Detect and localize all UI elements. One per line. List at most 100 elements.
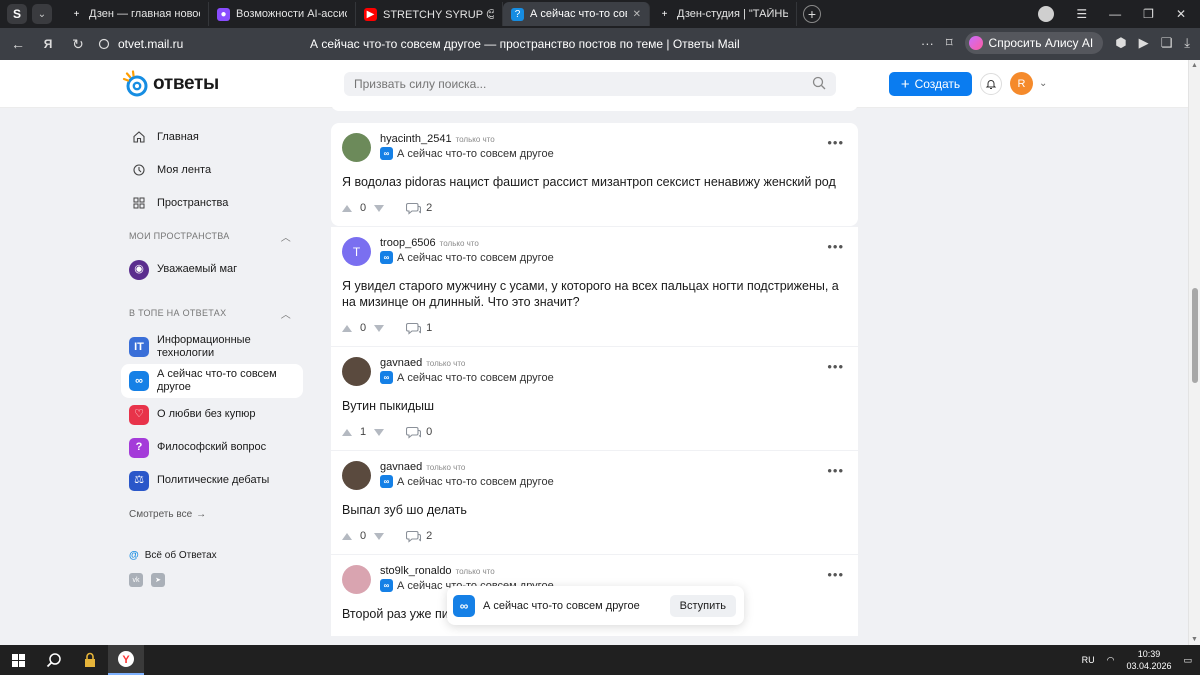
browser-tab[interactable]: ? А сейчас что-то совсем ✕ (503, 2, 650, 26)
browser-menu-icon[interactable]: ☰ (1076, 7, 1087, 21)
user-avatar[interactable]: R (1010, 72, 1033, 95)
more-dots-icon[interactable]: ··· (921, 36, 934, 51)
post-space-link[interactable]: ∞ А сейчас что-то совсем другое (380, 147, 554, 160)
notifications-icon[interactable]: ▭ (1183, 655, 1192, 666)
vk-icon[interactable]: vk (129, 573, 143, 587)
taskbar-yandex-browser-icon[interactable]: Y (108, 645, 144, 675)
download-icon[interactable]: ⤓ (1184, 35, 1190, 51)
chevron-up-icon[interactable]: ︿ (281, 306, 291, 321)
more-options-icon[interactable]: ••• (827, 463, 844, 478)
create-button[interactable]: + Создать (889, 72, 972, 96)
see-all-link[interactable]: Смотреть все → (121, 497, 303, 531)
scrollbar-thumb[interactable] (1192, 288, 1198, 383)
browser-tab[interactable]: + Дзен-студия | "ТАЙНЫ М (650, 2, 797, 26)
author-avatar[interactable] (342, 133, 371, 162)
author-name[interactable]: gavnaed (380, 357, 422, 369)
browser-tab[interactable]: + Дзен — главная новостна (62, 2, 209, 26)
restore-icon[interactable]: ❐ (1143, 7, 1154, 21)
join-button[interactable]: Вступить (669, 594, 736, 617)
browser-menu-chevron-icon[interactable]: ⌄ (32, 4, 52, 24)
post-card[interactable]: Ttroop_6506 только что ∞ А сейчас что-то со… (331, 227, 858, 346)
author-avatar[interactable] (342, 357, 371, 386)
author-name[interactable]: troop_6506 (380, 237, 436, 249)
more-options-icon[interactable]: ••• (827, 135, 844, 150)
extensions-icon[interactable]: ⬢ (1115, 35, 1126, 51)
taskbar-app-lock-icon[interactable] (72, 645, 108, 675)
browser-tab[interactable]: ● Возможности AI-ассисте (209, 2, 356, 26)
sidebar-top-space[interactable]: ♡ О любви без купюр (121, 398, 303, 431)
scroll-down-icon[interactable]: ▼ (1191, 636, 1198, 643)
yandex-icon[interactable]: Я (36, 32, 60, 56)
upvote-icon[interactable] (342, 532, 352, 540)
search-icon[interactable] (812, 76, 826, 90)
author-name[interactable]: gavnaed (380, 461, 422, 473)
downvote-icon[interactable] (374, 324, 385, 332)
close-window-icon[interactable]: ✕ (1176, 7, 1186, 21)
video-icon[interactable]: ▶ (1139, 35, 1149, 51)
bookmark-icon[interactable]: ⌑ (946, 35, 953, 51)
top-spaces-header[interactable]: В ТОПЕ НА ОТВЕТАХ ︿ (121, 296, 303, 330)
upvote-icon[interactable] (342, 428, 352, 436)
telegram-icon[interactable]: ➤ (151, 573, 165, 587)
browser-tab[interactable]: ▶ STRETCHY SYRUP 😊 flow (356, 2, 503, 26)
upvote-icon[interactable] (342, 204, 352, 212)
post-card[interactable]: gavnaed только что ∞ А сейчас что-то совсем… (331, 451, 858, 554)
windows-start-icon[interactable] (0, 645, 36, 675)
post-text[interactable]: Я увидел старого мужчину с усами, у кото… (342, 278, 847, 310)
ask-alice-button[interactable]: Спросить Алису AI (964, 32, 1104, 54)
url-field[interactable]: otvet.mail.ru (98, 37, 183, 51)
post-text[interactable]: Вутин пыкидыш (342, 398, 847, 414)
scroll-up-icon[interactable]: ▲ (1191, 62, 1198, 69)
more-options-icon[interactable]: ••• (827, 239, 844, 254)
post-text[interactable]: Выпал зуб шо делать (342, 502, 847, 518)
sidebar-item-feed[interactable]: Моя лента (121, 153, 303, 186)
author-avatar[interactable] (342, 565, 371, 594)
minimize-icon[interactable]: — (1109, 7, 1121, 21)
clock[interactable]: 10:39 03.04.2026 (1126, 648, 1171, 672)
comments-button[interactable]: 2 (406, 530, 432, 543)
language-indicator[interactable]: RU (1082, 655, 1095, 665)
sidebar-space-respected-mage[interactable]: ◉ Уважаемый маг (121, 253, 303, 286)
comments-button[interactable]: 2 (406, 202, 432, 215)
post-text[interactable]: Я водолаз pidoras нацист фашист рассист … (342, 174, 847, 190)
post-space-link[interactable]: ∞ А сейчас что-то совсем другое (380, 371, 554, 384)
comments-button[interactable]: 0 (406, 426, 432, 439)
sidebar-item-home[interactable]: Главная (121, 120, 303, 153)
more-options-icon[interactable]: ••• (827, 359, 844, 374)
back-arrow-icon[interactable]: ← (6, 32, 30, 56)
upvote-icon[interactable] (342, 324, 352, 332)
author-avatar[interactable]: T (342, 237, 371, 266)
comments-button[interactable]: 1 (406, 322, 432, 335)
sidebar-top-space[interactable]: ? Философский вопрос (121, 431, 303, 464)
search-input[interactable] (344, 72, 836, 96)
site-logo[interactable]: ответы (121, 70, 219, 98)
sidebar-top-space[interactable]: ∞ А сейчас что-то совсем другое (121, 364, 303, 398)
new-tab-button[interactable]: + (803, 5, 821, 23)
sidebar-top-space[interactable]: IT Информационные технологии (121, 330, 303, 364)
collections-icon[interactable]: ❏ (1161, 35, 1173, 51)
tab-close-icon[interactable]: ✕ (633, 9, 641, 20)
downvote-icon[interactable] (374, 428, 385, 436)
post-space-link[interactable]: ∞ А сейчас что-то совсем другое (380, 475, 554, 488)
page-scrollbar[interactable]: ▲ ▼ (1188, 60, 1200, 645)
more-options-icon[interactable]: ••• (827, 567, 844, 582)
author-name[interactable]: sto9lk_ronaldo (380, 565, 452, 577)
chevron-up-icon[interactable]: ︿ (281, 229, 291, 244)
author-name[interactable]: hyacinth_2541 (380, 133, 452, 145)
about-link[interactable]: @ Всё об Ответах (121, 545, 303, 565)
wifi-icon[interactable]: ◠ (1107, 655, 1115, 666)
my-spaces-header[interactable]: МОИ ПРОСТРАНСТВА ︿ (121, 219, 303, 253)
taskbar-search-icon[interactable] (36, 645, 72, 675)
post-space-link[interactable]: ∞ А сейчас что-то совсем другое (380, 251, 554, 264)
sidebar-top-space[interactable]: ⚖ Политические дебаты (121, 464, 303, 497)
post-card[interactable]: hyacinth_2541 только что ∞ А сейчас что-то … (331, 123, 858, 226)
chevron-down-icon[interactable]: ⌄ (1039, 78, 1047, 89)
sidebar-item-spaces[interactable]: Пространства (121, 186, 303, 219)
profile-icon[interactable] (1038, 6, 1055, 22)
reload-icon[interactable]: ↻ (66, 32, 90, 56)
browser-logo-icon[interactable]: S (7, 4, 27, 24)
downvote-icon[interactable] (374, 204, 385, 212)
notifications-bell-icon[interactable] (980, 73, 1002, 95)
downvote-icon[interactable] (374, 532, 385, 540)
post-card[interactable]: gavnaed только что ∞ А сейчас что-то совсем… (331, 347, 858, 450)
